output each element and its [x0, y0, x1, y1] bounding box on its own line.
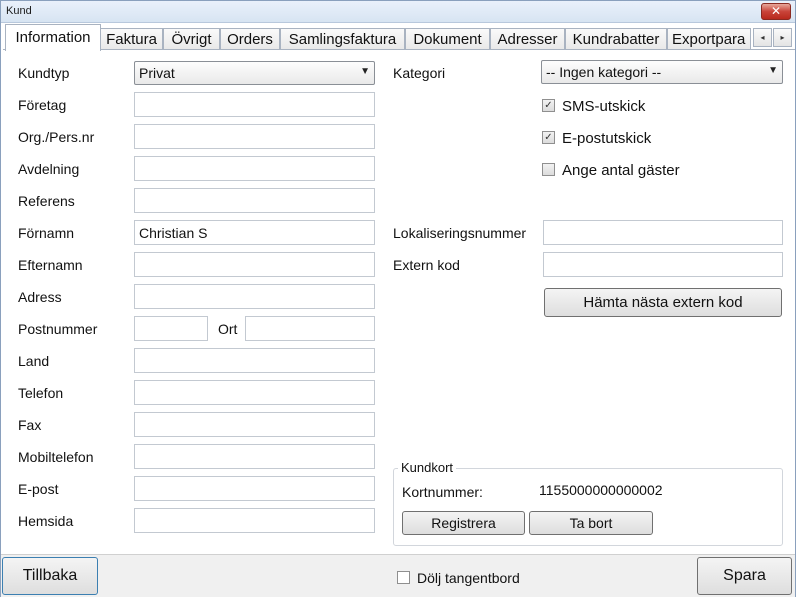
land-label: Land — [18, 353, 50, 369]
land-input[interactable] — [134, 348, 375, 373]
fax-input[interactable] — [134, 412, 375, 437]
register-button[interactable]: Registrera — [402, 511, 525, 535]
epost-input[interactable] — [134, 476, 375, 501]
postnummer-input[interactable] — [134, 316, 208, 341]
efternamn-label: Efternamn — [18, 257, 83, 273]
chevron-down-icon: ▼ — [360, 66, 370, 77]
tab-samlingsfaktura[interactable]: Samlingsfaktura — [280, 28, 405, 50]
bottom-bar: Tillbaka Dölj tangentbord Spara — [1, 554, 795, 597]
epostutskick-checkbox[interactable]: ✓ — [542, 131, 555, 144]
orgnr-label: Org./Pers.nr — [18, 129, 95, 145]
tab-bar: Information Faktura Övrigt Orders Samlin… — [3, 24, 795, 51]
next-extern-code-button[interactable]: Hämta nästa extern kod — [544, 288, 782, 317]
lokalisering-input[interactable] — [543, 220, 783, 245]
hide-keyboard-label: Dölj tangentbord — [417, 570, 520, 586]
hemsida-input[interactable] — [134, 508, 375, 533]
kategori-select[interactable]: -- Ingen kategori -- ▼ — [541, 60, 783, 84]
close-button[interactable]: ✕ — [761, 3, 791, 20]
save-button[interactable]: Spara — [697, 557, 792, 595]
telefon-label: Telefon — [18, 385, 64, 401]
kundkort-title: Kundkort — [398, 460, 457, 475]
card-number-label: Kortnummer: — [402, 484, 483, 500]
kund-window: Kund ✕ Information Faktura Övrigt Orders… — [0, 0, 796, 597]
chevron-down-icon: ▼ — [768, 65, 778, 76]
avdelning-label: Avdelning — [18, 161, 80, 177]
tab-dokument[interactable]: Dokument — [405, 28, 490, 50]
fax-label: Fax — [18, 417, 42, 433]
kundtyp-select[interactable]: Privat ▼ — [134, 61, 375, 85]
fornamn-input[interactable]: Christian S — [134, 220, 375, 245]
adress-label: Adress — [18, 289, 62, 305]
card-number-value: 1155000000000002 — [539, 482, 663, 498]
referens-input[interactable] — [134, 188, 375, 213]
mobiltelefon-input[interactable] — [134, 444, 375, 469]
remove-card-button[interactable]: Ta bort — [529, 511, 653, 535]
information-panel: Kundtyp Privat ▼ Företag Org./Pers.nr Av… — [3, 49, 795, 553]
externkod-input[interactable] — [543, 252, 783, 277]
fornamn-label: Förnamn — [18, 225, 75, 241]
referens-label: Referens — [18, 193, 75, 209]
title-bar: Kund ✕ — [1, 1, 795, 23]
tab-faktura[interactable]: Faktura — [100, 28, 163, 50]
orgnr-input[interactable] — [134, 124, 375, 149]
avdelning-input[interactable] — [134, 156, 375, 181]
kundtyp-label: Kundtyp — [18, 65, 70, 81]
back-button[interactable]: Tillbaka — [2, 557, 98, 595]
tab-orders[interactable]: Orders — [220, 28, 280, 50]
foretag-label: Företag — [18, 97, 67, 113]
foretag-input[interactable] — [134, 92, 375, 117]
gaster-label: Ange antal gäster — [562, 162, 680, 179]
gaster-checkbox[interactable] — [542, 163, 555, 176]
lokalisering-label: Lokaliseringsnummer — [393, 225, 527, 241]
tab-ovrigt[interactable]: Övrigt — [163, 28, 220, 50]
externkod-label: Extern kod — [393, 257, 460, 273]
kundtyp-value: Privat — [139, 65, 175, 81]
tab-kundrabatter[interactable]: Kundrabatter — [565, 28, 667, 50]
hide-keyboard-checkbox[interactable] — [397, 571, 410, 584]
epost-label: E-post — [18, 481, 59, 497]
adress-input[interactable] — [134, 284, 375, 309]
window-title: Kund — [6, 5, 32, 17]
telefon-input[interactable] — [134, 380, 375, 405]
postnummer-label: Postnummer — [18, 321, 98, 337]
epostutskick-label: E-postutskick — [562, 130, 652, 147]
sms-label: SMS-utskick — [562, 98, 646, 115]
hemsida-label: Hemsida — [18, 513, 74, 529]
tab-exportparametrar[interactable]: Exportpara — [667, 28, 751, 50]
kategori-label: Kategori — [393, 65, 446, 81]
ort-label: Ort — [218, 321, 238, 337]
kategori-value: -- Ingen kategori -- — [546, 64, 662, 80]
efternamn-input[interactable] — [134, 252, 375, 277]
mobiltelefon-label: Mobiltelefon — [18, 449, 94, 465]
sms-checkbox[interactable]: ✓ — [542, 99, 555, 112]
tab-information[interactable]: Information — [5, 24, 101, 51]
tab-scroll-right-icon[interactable]: ▸ — [773, 28, 792, 47]
tab-scroll-left-icon[interactable]: ◂ — [753, 28, 772, 47]
tab-adresser[interactable]: Adresser — [490, 28, 565, 50]
ort-input[interactable] — [245, 316, 375, 341]
